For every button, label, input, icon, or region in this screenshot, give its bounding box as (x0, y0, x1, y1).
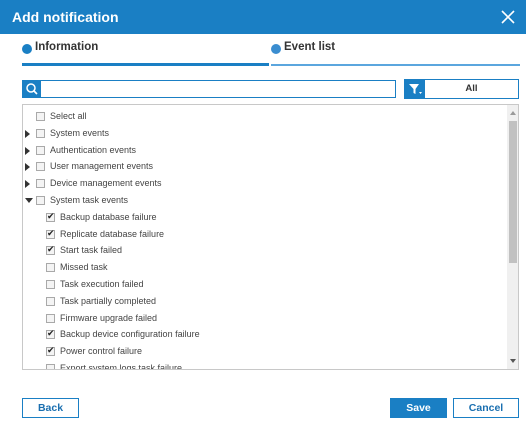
event-filter-dropdown[interactable]: All (404, 79, 519, 99)
expand-right-arrow-icon[interactable] (25, 146, 30, 155)
event-tree-row[interactable]: Replicate database failure (23, 227, 503, 243)
filter-label: All (465, 83, 478, 94)
event-checkbox[interactable] (46, 228, 55, 240)
event-label: Device management events (50, 178, 162, 189)
event-tree-row[interactable]: Start task failed (23, 243, 503, 259)
event-label: Power control failure (60, 346, 143, 357)
event-label: Replicate database failure (60, 228, 165, 239)
step-number-badge (271, 44, 281, 54)
event-checkbox[interactable] (36, 162, 45, 172)
event-checkbox[interactable] (46, 244, 55, 256)
event-checkbox[interactable] (36, 179, 45, 189)
event-label: Select all (50, 111, 87, 121)
close-icon[interactable] (500, 9, 516, 25)
event-label: System events (50, 127, 110, 138)
event-label: Firmware upgrade failed (60, 312, 158, 323)
event-label: Authentication events (50, 144, 137, 155)
step-label: Event list (284, 41, 336, 53)
event-checkbox[interactable] (36, 128, 45, 138)
scrollbar[interactable] (507, 105, 518, 369)
event-label: Missed task (60, 262, 108, 273)
event-tree-row[interactable]: Device management events (23, 176, 503, 192)
event-tree-row[interactable]: Missed task (23, 260, 503, 276)
expand-right-arrow-icon[interactable] (25, 129, 30, 138)
step-number-badge (22, 44, 32, 54)
scrollbar-thumb[interactable] (509, 121, 517, 263)
cancel-button[interactable]: Cancel (453, 398, 519, 418)
event-label: User management events (50, 161, 154, 172)
filter-icon (405, 80, 425, 98)
event-tree-row[interactable]: Task execution failed (23, 277, 503, 293)
dialog-title: Add notification (12, 9, 119, 25)
search-icon[interactable] (23, 81, 41, 97)
step-progress-bar (22, 63, 269, 66)
step-event-list[interactable]: Event list (271, 38, 520, 66)
event-checkbox[interactable] (36, 145, 45, 155)
step-information[interactable]: Information (22, 38, 269, 66)
event-label: System task events (50, 195, 129, 205)
event-tree-row[interactable]: Authentication events (23, 143, 503, 159)
event-checkbox[interactable] (46, 313, 55, 323)
wizard-steps: Information Event list (22, 38, 520, 66)
event-tree-row[interactable]: Export system logs task failure (23, 361, 503, 370)
event-checkbox[interactable] (46, 263, 55, 273)
event-tree-row[interactable]: System events (23, 126, 503, 142)
event-tree-row[interactable]: Firmware upgrade failed (23, 311, 503, 327)
event-checkbox[interactable] (46, 296, 55, 306)
event-label: Task execution failed (60, 279, 144, 289)
back-button[interactable]: Back (22, 398, 79, 418)
event-tree-list: Select all System events Authentication ev… (22, 104, 519, 370)
event-checkbox[interactable] (46, 328, 55, 340)
expand-down-arrow-icon[interactable] (25, 198, 33, 203)
event-tree-row[interactable]: Task partially completed (23, 294, 503, 310)
event-checkbox[interactable] (46, 345, 55, 357)
event-label: Export system logs task failure (60, 363, 183, 370)
add-notification-dialog: Add notification Information Event list (0, 0, 526, 430)
event-checkbox[interactable] (46, 364, 55, 369)
expand-right-arrow-icon[interactable] (25, 163, 30, 172)
event-checkbox[interactable] (36, 112, 45, 121)
step-label: Information (35, 41, 99, 53)
scroll-up-arrow-icon[interactable] (510, 111, 516, 115)
event-checkbox[interactable] (46, 280, 55, 289)
event-label: Backup database failure (60, 211, 157, 222)
expand-right-arrow-icon[interactable] (25, 180, 30, 189)
event-label: Start task failed (60, 245, 123, 256)
event-tree-row[interactable]: System task events (23, 193, 503, 209)
event-tree-row[interactable]: User management events (23, 159, 503, 175)
search-input[interactable] (43, 81, 393, 97)
event-tree-row[interactable]: Select all (23, 109, 503, 125)
search-box (22, 80, 396, 98)
event-label: Task partially completed (60, 295, 157, 306)
event-label: Backup device configuration failure (60, 329, 200, 340)
event-tree-row[interactable]: Power control failure (23, 344, 503, 360)
step-progress-bar (271, 64, 520, 66)
event-tree-row[interactable]: Backup device configuration failure (23, 327, 503, 343)
dialog-titlebar: Add notification (0, 0, 526, 34)
event-checkbox[interactable] (36, 196, 45, 205)
event-tree-row[interactable]: Backup database failure (23, 210, 503, 226)
event-checkbox[interactable] (46, 211, 55, 223)
save-button[interactable]: Save (390, 398, 447, 418)
scroll-down-arrow-icon[interactable] (510, 359, 516, 363)
